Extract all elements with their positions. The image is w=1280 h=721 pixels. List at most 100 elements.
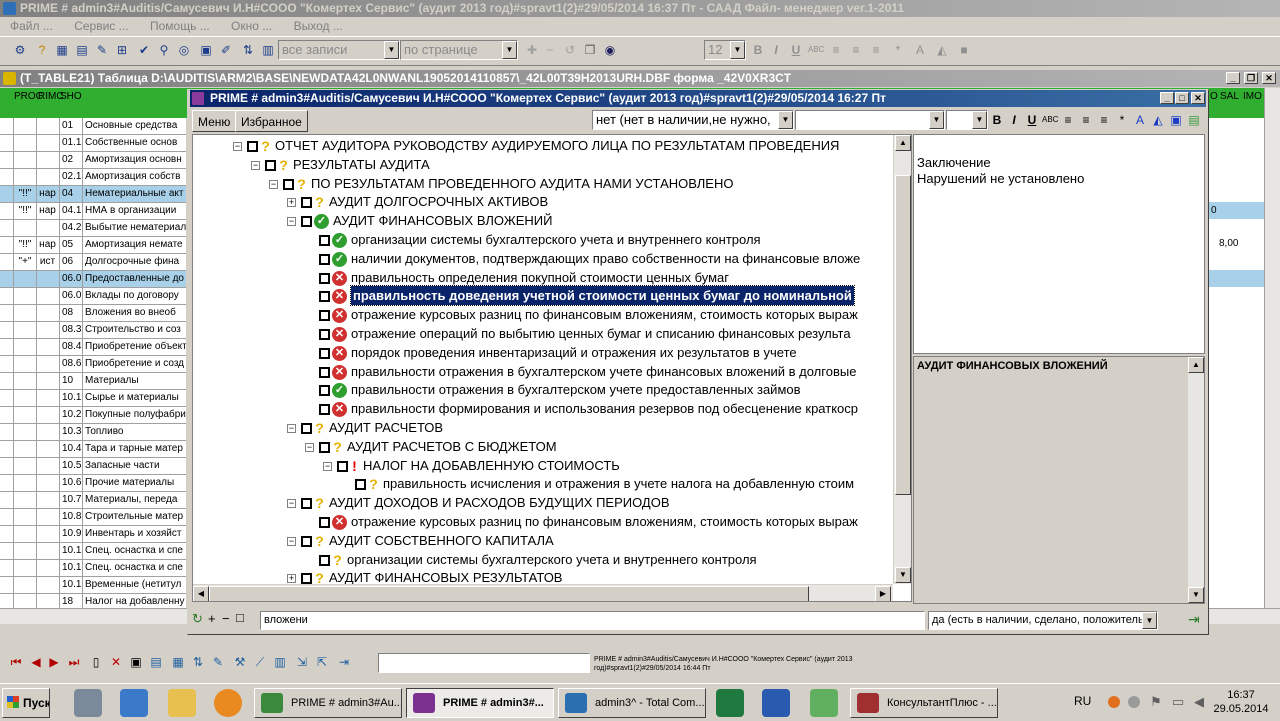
text-color-icon[interactable]: A — [1132, 112, 1148, 128]
users-icon[interactable]: ⚙ — [12, 42, 28, 58]
tree-node[interactable]: ✕ порядок проведения инвентаризаций и отр… — [305, 343, 797, 362]
grid-scrollbar[interactable] — [1264, 88, 1280, 608]
search-input[interactable]: вложени — [260, 611, 925, 630]
sort-icon[interactable]: ⇅ — [190, 654, 206, 670]
collapse-icon[interactable]: − — [323, 461, 332, 471]
align-right-icon[interactable]: ≡ — [1096, 112, 1112, 128]
table-row[interactable]: 10.7 Материалы, переда — [0, 492, 186, 509]
close-icon[interactable]: ✕ — [1191, 92, 1205, 104]
tree-checkbox[interactable] — [301, 216, 312, 228]
tree-node[interactable]: −! НАЛОГ НА ДОБАВЛЕННУЮ СТОИМОСТЬ — [323, 456, 620, 475]
tree-checkbox[interactable] — [283, 178, 294, 190]
minimize-icon[interactable]: _ — [1226, 72, 1240, 84]
maximize-icon[interactable]: □ — [1175, 92, 1189, 104]
expand-icon[interactable]: + — [287, 574, 296, 584]
word-icon[interactable] — [762, 689, 790, 717]
table-row[interactable]: 08.4 Приобретение объект — [0, 339, 186, 356]
refresh-icon[interactable]: ↺ — [562, 42, 578, 58]
firefox-icon[interactable] — [214, 689, 242, 717]
table-row[interactable]: "!!" нар 04.1 НМА в организации — [0, 203, 186, 220]
tree-node[interactable]: −? АУДИТ РАСЧЕТОВ С БЮДЖЕТОМ — [305, 437, 557, 456]
excel-icon[interactable] — [716, 689, 744, 717]
scroll-down-icon[interactable]: ▼ — [895, 567, 911, 583]
check-icon[interactable]: ✔ — [136, 42, 152, 58]
taskbar-task-button[interactable]: PRIME # admin3#... — [406, 688, 554, 718]
import-icon[interactable]: ⇱ — [314, 654, 330, 670]
sort-icon[interactable]: ⇅ — [240, 42, 256, 58]
tree-node[interactable]: ✕ отражение операций по выбытию ценных бу… — [305, 324, 851, 343]
tree-node[interactable]: +? АУДИТ ДОЛГОСРОЧНЫХ АКТИВОВ — [287, 192, 548, 211]
table-row[interactable]: 02.1 Амортизация собств — [0, 169, 186, 186]
table-row[interactable]: "!!" нар 05 Амортизация немате — [0, 237, 186, 254]
exit-icon[interactable]: ⇥ — [1188, 611, 1200, 628]
tree-checkbox[interactable] — [337, 460, 348, 472]
section-panel[interactable]: АУДИТ ФИНАНСОВЫХ ВЛОЖЕНИЙ ▲ ▼ — [913, 356, 1205, 604]
data-grid[interactable]: 01 Основные средства 01.1 Собственные основ… — [0, 118, 186, 608]
tree-checkbox[interactable] — [265, 159, 276, 171]
scroll-left-icon[interactable]: ◀ — [193, 586, 209, 601]
minus-icon[interactable]: − — [542, 42, 558, 58]
align-center-icon[interactable]: ≡ — [1078, 112, 1094, 128]
collapse-icon[interactable]: − — [233, 142, 242, 152]
tree-checkbox[interactable] — [319, 366, 330, 378]
table-row[interactable]: 08.3 Строительство и соз — [0, 322, 186, 339]
tree-checkbox[interactable] — [301, 498, 312, 510]
clock[interactable]: 16:37 29.05.2014 — [1206, 688, 1276, 716]
scroll-thumb[interactable] — [209, 586, 809, 601]
taskbar-task-button[interactable]: КонсультантПлюс - ... — [850, 688, 998, 718]
table-row[interactable]: 10.9 Инвентарь и хозяйст — [0, 526, 186, 543]
tree-node[interactable]: −? АУДИТ ДОХОДОВ И РАСХОДОВ БУДУЩИХ ПЕРИО… — [287, 493, 670, 512]
notepad-icon[interactable] — [810, 689, 838, 717]
calculator-icon[interactable]: ▦ — [54, 42, 70, 58]
font-size-combo[interactable]: 12 ▼ — [704, 40, 746, 60]
tree-hscrollbar[interactable]: ◀ ▶ — [193, 584, 893, 601]
exit-icon[interactable]: ⇥ — [336, 654, 352, 670]
tree-node[interactable]: ✕ правильность определения покупной стоим… — [305, 268, 729, 287]
print-icon[interactable]: ▤ — [148, 654, 164, 670]
table-icon[interactable]: ▤ — [74, 42, 90, 58]
network-icon[interactable] — [1128, 696, 1140, 708]
next-record-icon[interactable]: ▶ — [46, 654, 62, 670]
tree-node[interactable]: ✓ правильности отражения в бухгалтерском … — [305, 380, 801, 399]
tree-node[interactable]: −? РЕЗУЛЬТАТЫ АУДИТА — [251, 155, 430, 174]
col-header-o[interactable]: O — [1210, 91, 1218, 102]
fill-color-icon[interactable]: ◭ — [934, 42, 950, 58]
table-row[interactable]: 10.1 Сырье и материалы — [0, 390, 186, 407]
chevron-down-icon[interactable]: ▼ — [778, 111, 793, 129]
table-row[interactable]: 08.6 Приобретение и созд — [0, 356, 186, 373]
tree-checkbox[interactable] — [319, 329, 330, 341]
tree-checkbox[interactable] — [301, 197, 312, 209]
filter-icon[interactable]: ▥ — [260, 42, 276, 58]
tree-node[interactable]: ? организации системы бухгалтерского учет… — [305, 550, 757, 569]
powershell-icon[interactable] — [120, 689, 148, 717]
save-record-icon[interactable]: ▣ — [128, 654, 144, 670]
pencil-icon[interactable]: ✐ — [218, 42, 234, 58]
refresh-icon[interactable]: ↻ — [192, 611, 203, 627]
table-row[interactable]: 10.1 Временные (нетитул — [0, 577, 186, 594]
collapse-icon[interactable]: − — [287, 424, 296, 434]
scroll-down-icon[interactable]: ▼ — [1188, 587, 1204, 603]
new-record-icon[interactable]: ▯ — [88, 654, 104, 670]
menu-service[interactable]: Сервис ... — [74, 19, 128, 33]
font-combo[interactable]: ▼ — [795, 110, 945, 130]
expand-icon[interactable]: + — [287, 198, 296, 208]
square-icon[interactable]: ■ — [956, 42, 972, 58]
first-record-icon[interactable]: ⏮ — [8, 654, 24, 670]
scroll-thumb[interactable] — [895, 175, 911, 495]
table-row[interactable]: "+" ист 06 Долгосрочные фина — [0, 254, 186, 271]
edit-form-icon[interactable]: ✎ — [210, 654, 226, 670]
col-header-sho[interactable]: SHO — [60, 91, 82, 102]
collapse-icon[interactable]: − — [287, 499, 296, 509]
tree-checkbox[interactable] — [319, 441, 330, 453]
chevron-down-icon[interactable]: ▼ — [929, 111, 944, 129]
scroll-up-icon[interactable]: ▲ — [1188, 357, 1204, 373]
tree-node[interactable]: −? ОТЧЕТ АУДИТОРА РУКОВОДСТВУ АУДИРУЕМОГО… — [233, 136, 839, 155]
tree-node[interactable]: −? АУДИТ РАСЧЕТОВ — [287, 418, 443, 437]
tree-node[interactable]: ✕ отражение курсовых разниц по финансовым… — [305, 305, 858, 324]
chevron-down-icon[interactable]: ▼ — [384, 41, 399, 59]
volume-icon[interactable]: ◀ — [1194, 694, 1204, 710]
tree-node[interactable]: ? правильность исчисления и отражения в у… — [341, 474, 854, 493]
asterisk-icon[interactable]: * — [890, 42, 906, 58]
taskbar-task-button[interactable]: PRIME # admin3#Au... — [254, 688, 402, 718]
text-color-icon[interactable]: A — [912, 42, 928, 58]
